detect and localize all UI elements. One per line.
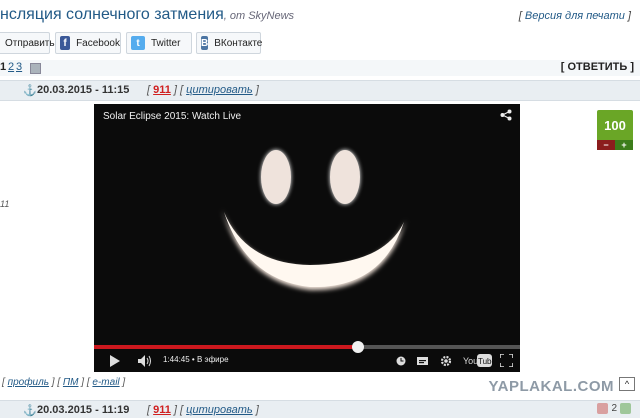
rating-plus-button[interactable]: + — [615, 140, 633, 150]
post-header: ⚓ 20.03.2015 - 11:15 [ 911 ] [ цитироват… — [0, 80, 640, 101]
topic-title: нсляция солнечного затмения — [0, 6, 224, 23]
email-link[interactable]: e-mail — [92, 377, 119, 388]
page-title: нсляция солнечного затмения, от SkyNews — [0, 6, 294, 24]
youtube-logo-icon[interactable]: YouTube — [462, 354, 492, 367]
twitter-icon: t — [131, 36, 145, 50]
post-meta-2: [ 911 ] [ цитировать ] — [147, 404, 259, 416]
topbar: нсляция солнечного затмения, от SkyNews … — [0, 0, 640, 30]
page-3[interactable]: 3 — [16, 61, 22, 73]
print-version: [ Версия для печати ] — [518, 10, 631, 22]
twitter-button[interactable]: t Twitter — [126, 32, 192, 54]
post-header-2: ⚓ 20.03.2015 - 11:19 [ 911 ] [ цитироват… — [0, 400, 640, 418]
play-icon[interactable] — [109, 355, 120, 367]
anchor-icon-2[interactable]: ⚓ — [23, 404, 37, 417]
video-player[interactable]: Solar Eclipse 2015: Watch Live 1:44:45 •… — [94, 104, 520, 372]
rating-value: 100 — [597, 110, 633, 140]
page-1[interactable]: 1 — [0, 61, 6, 73]
anchor-icon[interactable]: ⚓ — [23, 84, 37, 97]
rating-minus-button[interactable]: − — [597, 140, 615, 150]
print-version-link[interactable]: Версия для печати — [525, 10, 625, 22]
svg-text:You: You — [463, 356, 478, 366]
post-meta: [ 911 ] [ цитировать ] — [147, 84, 259, 96]
scroll-top-button[interactable]: ^ — [619, 377, 635, 391]
post-votes-2: 2 — [594, 403, 634, 414]
profile-link[interactable]: профиль — [8, 377, 49, 388]
vote-count-2: 2 — [611, 403, 617, 414]
reply-button[interactable]: [ ОТВЕТИТЬ ] — [561, 61, 634, 73]
quote-link-2[interactable]: цитировать — [186, 404, 253, 416]
gear-icon[interactable] — [440, 355, 452, 367]
eclipse-smile-image — [222, 210, 406, 291]
page-menu-icon[interactable] — [30, 63, 41, 74]
facebook-button[interactable]: f Facebook — [55, 32, 121, 54]
rating-widget: 100 − + — [597, 110, 633, 150]
captions-icon[interactable] — [417, 357, 428, 365]
topic-source: , от SkyNews — [223, 10, 295, 22]
send-button[interactable]: Отправить — [0, 32, 55, 54]
vk-button[interactable]: B ВКонтакте — [196, 32, 262, 54]
clock-icon[interactable] — [396, 356, 406, 366]
page-2[interactable]: 2 — [8, 61, 14, 73]
pm-link[interactable]: ПМ — [63, 377, 79, 388]
site-logo: YAPLAKAL.COM — [488, 378, 614, 395]
facebook-icon: f — [60, 36, 71, 50]
vote-up-icon[interactable] — [620, 403, 631, 414]
post-number-2[interactable]: 911 — [153, 404, 171, 416]
video-time: 1:44:45 • В эфире — [163, 355, 229, 364]
fullscreen-icon[interactable] — [500, 354, 513, 367]
volume-icon[interactable] — [138, 355, 152, 367]
vote-down-icon[interactable] — [597, 403, 609, 414]
post-date-2: 20.03.2015 - 11:19 — [37, 404, 130, 416]
post-date: 20.03.2015 - 11:15 — [37, 84, 130, 96]
svg-text:Tube: Tube — [478, 357, 492, 366]
pager: 1 2 3 [ ОТВЕТИТЬ ] — [0, 60, 640, 76]
vk-icon: B — [201, 36, 209, 50]
share-bar: Отправить f Facebook t Twitter B ВКонтак… — [0, 32, 640, 56]
post-number[interactable]: 911 — [153, 84, 171, 96]
video-controls: 1:44:45 • В эфире YouTube — [94, 349, 520, 372]
quote-link[interactable]: цитировать — [186, 84, 253, 96]
left-mark: 11 — [0, 199, 10, 209]
